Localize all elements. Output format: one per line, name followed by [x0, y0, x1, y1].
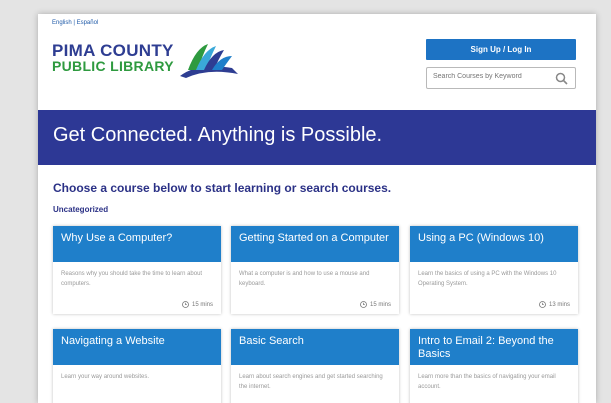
course-time-text: 13 mins: [548, 301, 570, 308]
course-title[interactable]: Navigating a Website: [53, 329, 221, 365]
course-card[interactable]: Why Use a Computer? Reasons why you shou…: [53, 226, 221, 314]
clock-icon: [539, 301, 546, 308]
signup-login-button[interactable]: Sign Up / Log In: [426, 39, 576, 60]
course-time-text: 15 mins: [369, 301, 391, 308]
course-card[interactable]: Basic Search Learn about search engines …: [231, 329, 399, 403]
course-card[interactable]: Using a PC (Windows 10) Learn the basics…: [410, 226, 578, 314]
clock-icon: [360, 301, 367, 308]
hero-banner: Get Connected. Anything is Possible.: [38, 110, 596, 165]
search-icon[interactable]: [555, 72, 568, 85]
course-description: Learn about search engines and get start…: [239, 374, 383, 390]
course-card[interactable]: Getting Started on a Computer What a com…: [231, 226, 399, 314]
course-description: Reasons why you should take the time to …: [61, 271, 203, 287]
logo-line1: PIMA COUNTY: [52, 41, 174, 60]
banner-text: Get Connected. Anything is Possible.: [53, 124, 383, 146]
library-logo[interactable]: PIMA COUNTY PUBLIC LIBRARY: [52, 41, 238, 82]
course-duration: 15 mins: [360, 301, 391, 308]
page-heading: Choose a course below to start learning …: [53, 181, 392, 195]
course-title[interactable]: Why Use a Computer?: [53, 226, 221, 262]
course-description: Learn your way around websites.: [61, 374, 150, 380]
course-time-text: 15 mins: [191, 301, 213, 308]
clock-icon: [182, 301, 189, 308]
course-card[interactable]: Navigating a Website Learn your way arou…: [53, 329, 221, 403]
page: English | Español PIMA COUNTY PUBLIC LIB…: [38, 14, 596, 403]
course-search[interactable]: [426, 67, 576, 89]
book-pages-icon: [180, 44, 238, 78]
logo-line2: PUBLIC LIBRARY: [52, 58, 174, 74]
course-description: Learn more than the basics of navigating…: [418, 374, 556, 390]
category-label: Uncategorized: [53, 205, 109, 214]
course-duration: 15 mins: [182, 301, 213, 308]
course-description: Learn the basics of using a PC with the …: [418, 271, 557, 287]
language-links[interactable]: English | Español: [52, 20, 98, 26]
search-input[interactable]: [433, 73, 551, 80]
course-duration: 13 mins: [539, 301, 570, 308]
course-card[interactable]: Intro to Email 2: Beyond the Basics Lear…: [410, 329, 578, 403]
course-title[interactable]: Basic Search: [231, 329, 399, 365]
course-title[interactable]: Using a PC (Windows 10): [410, 226, 578, 262]
course-title[interactable]: Intro to Email 2: Beyond the Basics: [410, 329, 578, 365]
course-title[interactable]: Getting Started on a Computer: [231, 226, 399, 262]
course-description: What a computer is and how to use a mous…: [239, 271, 370, 287]
